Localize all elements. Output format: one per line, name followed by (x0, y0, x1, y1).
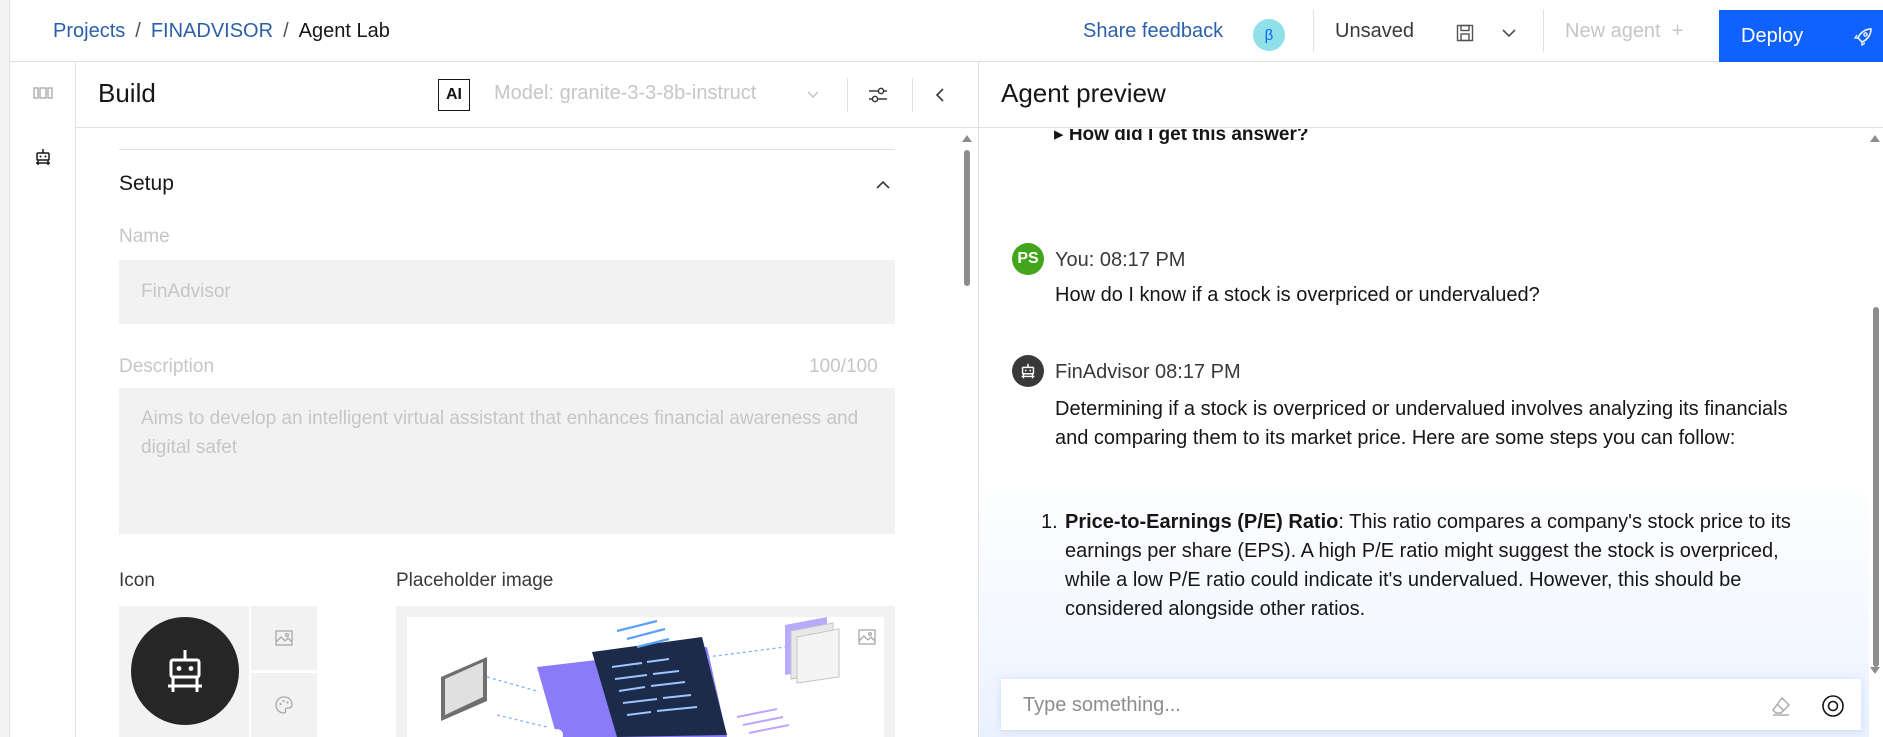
preview-scrollbar-thumb[interactable] (1873, 307, 1879, 667)
scroll-up-arrow[interactable] (961, 132, 973, 144)
agent-message-meta: FinAdvisor 08:17 PM (1055, 361, 1241, 383)
top-header: Projects / FINADVISOR / Agent Lab Share … (10, 0, 1883, 62)
chat-history[interactable]: ▸ How did I get this answer? PS You: 08:… (979, 129, 1869, 737)
settings-sliders-icon[interactable] (867, 84, 889, 106)
send-icon[interactable] (1821, 694, 1845, 718)
chat-input[interactable] (1001, 679, 1761, 731)
isometric-illustration (441, 617, 840, 737)
image-icon (275, 630, 293, 646)
agent-avatar (1012, 355, 1044, 387)
chevron-down-icon[interactable] (806, 88, 820, 102)
user-message-meta: You: 08:17 PM (1055, 249, 1186, 271)
reasoning-toggle[interactable]: ▸ How did I get this answer? (1054, 129, 1308, 146)
header-divider (1543, 10, 1544, 52)
scroll-down-arrow[interactable] (1869, 665, 1881, 677)
icon-label: Icon (119, 570, 155, 591)
save-status: Unsaved (1335, 20, 1414, 42)
new-agent-label: New agent (1565, 20, 1661, 42)
placeholder-image-label: Placeholder image (396, 570, 554, 591)
agent-preview-panel: Agent preview ▸ How did I get this answe… (979, 62, 1883, 737)
chevron-down-icon[interactable] (1501, 25, 1517, 41)
section-divider (119, 149, 895, 150)
build-panel: Build AI Model: granite-3-3-8b-instruct … (76, 62, 979, 737)
agent-avatar-preview[interactable] (131, 617, 239, 725)
breadcrumb-agent-lab: Agent Lab (298, 20, 390, 42)
plus-icon: + (1671, 20, 1684, 42)
agent-robot-icon[interactable] (32, 146, 54, 168)
header-divider (1313, 10, 1314, 52)
robot-icon (168, 650, 202, 692)
chevron-left-icon[interactable] (932, 86, 950, 104)
window-edge (0, 0, 10, 737)
setup-section-title[interactable]: Setup (119, 172, 174, 196)
breadcrumb-separator: / (283, 20, 289, 42)
toolbar-divider (847, 78, 848, 112)
agent-message-intro: Determining if a stock is overpriced or … (1055, 398, 1788, 449)
left-rail (10, 62, 76, 737)
image-upload-icon[interactable] (857, 627, 877, 647)
name-field[interactable]: FinAdvisor (119, 260, 895, 324)
build-scrollbar-thumb[interactable] (964, 150, 970, 286)
eraser-icon[interactable] (1770, 695, 1792, 717)
breadcrumb: Projects / FINADVISOR / Agent Lab (53, 20, 390, 43)
list-item-title: Price-to-Earnings (P/E) Ratio (1065, 511, 1339, 533)
share-feedback-link[interactable]: Share feedback (1083, 20, 1223, 43)
name-label: Name (119, 226, 170, 247)
agent-preview-title: Agent preview (1001, 78, 1166, 108)
new-agent-button[interactable]: New agent + (1565, 20, 1683, 43)
description-counter: 100/100 (809, 356, 878, 377)
breadcrumb-finadvisor[interactable]: FINADVISOR (151, 20, 273, 43)
rocket-icon (1853, 28, 1872, 47)
chevron-up-icon[interactable] (874, 176, 892, 194)
user-avatar: PS (1012, 243, 1044, 275)
upload-icon-slot[interactable] (251, 606, 317, 670)
deploy-label: Deploy (1741, 24, 1804, 47)
breadcrumb-projects[interactable]: Projects (53, 20, 125, 43)
scroll-up-arrow[interactable] (1869, 132, 1881, 144)
placeholder-image[interactable] (407, 617, 884, 737)
build-title: Build (98, 78, 156, 108)
breadcrumb-separator: / (135, 20, 141, 42)
chat-input-bar (1001, 679, 1861, 731)
palette-slot[interactable] (251, 673, 317, 737)
palette-icon (275, 696, 293, 714)
beta-badge[interactable]: β (1253, 19, 1285, 51)
panel-toggle-icon[interactable] (32, 82, 54, 104)
user-message: How do I know if a stock is overpriced o… (1055, 284, 1540, 306)
model-select[interactable]: Model: granite-3-3-8b-instruct (494, 82, 756, 105)
list-number: 1. (1041, 511, 1058, 533)
deploy-button[interactable]: Deploy (1719, 10, 1883, 62)
description-field[interactable]: Aims to develop an intelligent virtual a… (119, 388, 895, 534)
robot-icon (1021, 363, 1035, 379)
save-icon[interactable] (1456, 24, 1474, 42)
toolbar-divider (912, 78, 913, 112)
ai-badge[interactable]: AI (438, 79, 470, 111)
agent-list-item: 1. Price-to-Earnings (P/E) Ratio: This ra… (1041, 508, 1793, 624)
description-label: Description (119, 356, 215, 377)
